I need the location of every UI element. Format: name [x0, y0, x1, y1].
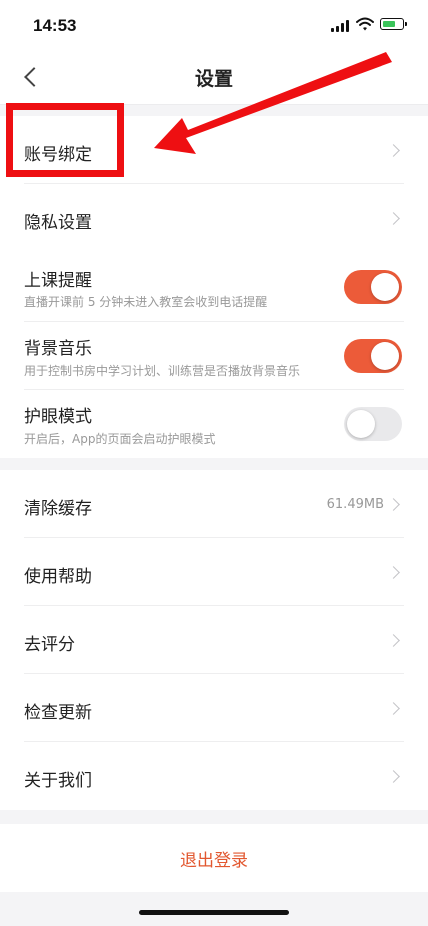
battery-charging-icon	[380, 18, 407, 30]
settings-screen: 14:53 设置 账号绑定 隐私设置 上课提醒 直播开课前 5 分钟未进入教室会…	[0, 0, 428, 926]
toggle-section: 上课提醒 直播开课前 5 分钟未进入教室会收到电话提醒 背景音乐 用于控制书房中…	[0, 252, 428, 458]
status-bar: 14:53	[0, 0, 428, 50]
chevron-right-icon	[387, 212, 400, 225]
row-rate-app[interactable]: 去评分	[0, 606, 428, 674]
logout-button[interactable]: 退出登录	[0, 846, 428, 871]
logout-section: 退出登录	[0, 824, 428, 892]
class-reminder-toggle[interactable]	[344, 270, 402, 304]
chevron-right-icon	[387, 702, 400, 715]
row-label: 背景音乐	[24, 339, 92, 359]
row-clear-cache[interactable]: 清除缓存 61.49MB	[0, 470, 428, 538]
row-description: 用于控制书房中学习计划、训练营是否播放背景音乐	[24, 364, 301, 378]
account-section: 账号绑定 隐私设置	[0, 116, 428, 252]
chevron-right-icon	[387, 770, 400, 783]
row-description: 开启后，App的页面会启动护眼模式	[24, 432, 216, 446]
nav-bar: 设置	[0, 50, 428, 105]
row-about-us[interactable]: 关于我们	[0, 742, 428, 810]
row-account-binding[interactable]: 账号绑定	[0, 116, 428, 184]
row-label: 护眼模式	[24, 407, 92, 427]
row-label: 检查更新	[24, 703, 92, 723]
row-label: 清除缓存	[24, 499, 92, 519]
wifi-icon	[356, 17, 374, 31]
misc-section: 清除缓存 61.49MB 使用帮助 去评分 检查更新 关于我们	[0, 470, 428, 810]
chevron-right-icon	[387, 566, 400, 579]
row-label: 上课提醒	[24, 271, 92, 291]
row-label: 去评分	[24, 635, 75, 655]
chevron-right-icon	[387, 634, 400, 647]
status-time: 14:53	[33, 16, 77, 35]
row-label: 关于我们	[24, 771, 92, 791]
row-label: 隐私设置	[24, 213, 92, 233]
row-eye-protection: 护眼模式 开启后，App的页面会启动护眼模式	[0, 390, 428, 458]
chevron-right-icon	[387, 144, 400, 157]
row-label: 使用帮助	[24, 567, 92, 587]
page-title: 设置	[194, 68, 233, 90]
cache-size-value: 61.49MB	[326, 497, 384, 512]
row-check-update[interactable]: 检查更新	[0, 674, 428, 742]
row-description: 直播开课前 5 分钟未进入教室会收到电话提醒	[24, 295, 268, 309]
eye-protection-toggle[interactable]	[344, 407, 402, 441]
signal-icon	[331, 20, 351, 32]
chevron-right-icon	[387, 498, 400, 511]
row-label: 账号绑定	[24, 145, 92, 165]
background-music-toggle[interactable]	[344, 339, 402, 373]
home-indicator	[139, 910, 289, 915]
row-background-music: 背景音乐 用于控制书房中学习计划、训练营是否播放背景音乐	[0, 322, 428, 390]
row-privacy-settings[interactable]: 隐私设置	[0, 184, 428, 252]
row-class-reminder: 上课提醒 直播开课前 5 分钟未进入教室会收到电话提醒	[0, 252, 428, 322]
row-help[interactable]: 使用帮助	[0, 538, 428, 606]
